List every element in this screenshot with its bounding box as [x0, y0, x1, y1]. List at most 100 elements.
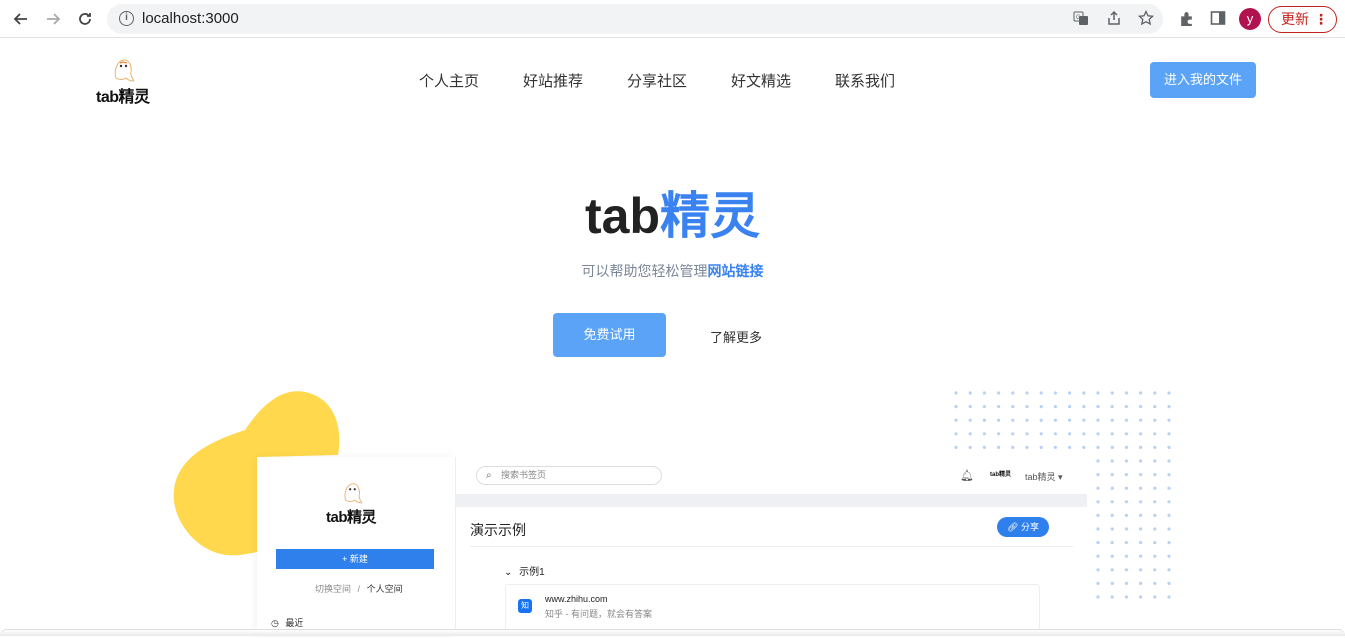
dot	[1068, 432, 1072, 436]
dot	[1167, 541, 1171, 545]
dot	[997, 418, 1001, 422]
dot	[1110, 581, 1114, 585]
dot	[1025, 391, 1029, 395]
mock-recent-label: 最近	[285, 618, 304, 628]
mock-share-button[interactable]: 🔗︎ 分享	[997, 517, 1049, 537]
dot	[1096, 581, 1100, 585]
mock-group-label: 示例1	[519, 567, 545, 578]
dot	[1096, 513, 1100, 517]
dot	[1139, 432, 1143, 436]
nav-item-community[interactable]: 分享社区	[627, 70, 687, 91]
mock-logo-text: tab精灵	[326, 509, 377, 526]
dot	[1167, 391, 1171, 395]
translate-icon[interactable]: G	[1072, 10, 1090, 28]
dot	[1124, 541, 1128, 545]
dot	[1011, 418, 1015, 422]
mock-share-label: 分享	[1020, 522, 1039, 532]
dot	[1011, 445, 1015, 449]
dot	[1096, 418, 1100, 422]
mock-recent-item[interactable]: ◷ 最近	[271, 616, 303, 629]
dot	[1167, 513, 1171, 517]
bell-icon[interactable]: 🔔︎	[960, 469, 974, 482]
dot	[1068, 405, 1072, 409]
dot	[1110, 527, 1114, 531]
dot	[1153, 595, 1157, 599]
dot	[1110, 391, 1114, 395]
hero-subtitle-accent: 网站链接	[707, 263, 764, 279]
free-trial-button[interactable]: 免费试用	[553, 313, 666, 357]
sidepanel-icon[interactable]	[1209, 10, 1227, 28]
dot	[1096, 459, 1100, 463]
nav-item-home[interactable]: 个人主页	[419, 70, 479, 91]
search-icon: ⌕	[486, 470, 492, 481]
dot	[1153, 541, 1157, 545]
dot	[1011, 391, 1015, 395]
dot	[1096, 432, 1100, 436]
dot	[982, 405, 986, 409]
link-icon: 🔗︎	[1007, 522, 1019, 532]
star-icon[interactable]	[1137, 9, 1155, 28]
dot	[1096, 391, 1100, 395]
dot	[1124, 486, 1128, 490]
dot	[954, 445, 958, 449]
dot	[1082, 418, 1086, 422]
dot	[1153, 527, 1157, 531]
dot	[1167, 445, 1171, 449]
dot	[1139, 486, 1143, 490]
dot	[1025, 418, 1029, 422]
learn-more-link[interactable]: 了解更多	[710, 327, 762, 346]
update-button[interactable]: 更新 ⋮	[1268, 6, 1337, 33]
dot	[1153, 513, 1157, 517]
profile-avatar[interactable]: y	[1239, 8, 1261, 30]
dot	[968, 391, 972, 395]
dot	[968, 432, 972, 436]
mock-page-title: 演示示例	[470, 522, 526, 538]
dot	[1124, 459, 1128, 463]
mock-crumb-switch[interactable]: 切换空间	[315, 584, 351, 594]
more-icon[interactable]: ⋮	[1314, 7, 1328, 31]
dot	[1139, 473, 1143, 477]
hero-subtitle-plain: 可以帮助您轻松管理	[581, 263, 708, 279]
dot	[1153, 418, 1157, 422]
ghost-logo-icon	[344, 483, 362, 504]
dot	[1139, 459, 1143, 463]
share-icon[interactable]	[1105, 10, 1123, 28]
dot	[1124, 513, 1128, 517]
dot	[1153, 473, 1157, 477]
mock-user-name: tab精灵	[1025, 472, 1056, 482]
divider	[470, 546, 1073, 547]
dot	[954, 405, 958, 409]
dot	[1124, 445, 1128, 449]
nav-item-contact[interactable]: 联系我们	[835, 70, 895, 91]
dot	[1167, 527, 1171, 531]
dot	[1139, 500, 1143, 504]
nav-item-articles[interactable]: 好文精选	[731, 70, 791, 91]
dot	[1110, 554, 1114, 558]
mock-tab-bar	[455, 494, 1087, 507]
enter-files-button[interactable]: 进入我的文件	[1150, 62, 1256, 98]
dot	[1153, 581, 1157, 585]
dot	[968, 418, 972, 422]
mock-new-button[interactable]: + 新建	[276, 549, 434, 569]
hero-title-accent: 精灵	[660, 188, 760, 244]
dot	[1053, 418, 1057, 422]
dot	[1124, 473, 1128, 477]
dot	[1153, 405, 1157, 409]
dot	[982, 391, 986, 395]
mock-bookmark-site[interactable]: www.zhihu.com	[545, 594, 608, 604]
mock-group-header[interactable]: ⌄ 示例1	[504, 563, 545, 578]
dot	[954, 432, 958, 436]
bottom-bar	[0, 629, 1345, 636]
mock-breadcrumb: 切换空间 / 个人空间	[315, 582, 403, 595]
dot	[1096, 405, 1100, 409]
dot	[1167, 459, 1171, 463]
dot	[1139, 513, 1143, 517]
dot	[997, 405, 1001, 409]
extensions-icon[interactable]	[1177, 10, 1195, 28]
dot	[997, 391, 1001, 395]
mock-user-menu[interactable]: tab精灵 ▾	[1025, 470, 1063, 483]
mock-crumb-current[interactable]: 个人空间	[367, 584, 403, 594]
dot	[1167, 486, 1171, 490]
nav-item-recommend[interactable]: 好站推荐	[523, 70, 583, 91]
mock-search-input[interactable]: ⌕ 搜索书签页	[476, 466, 662, 485]
